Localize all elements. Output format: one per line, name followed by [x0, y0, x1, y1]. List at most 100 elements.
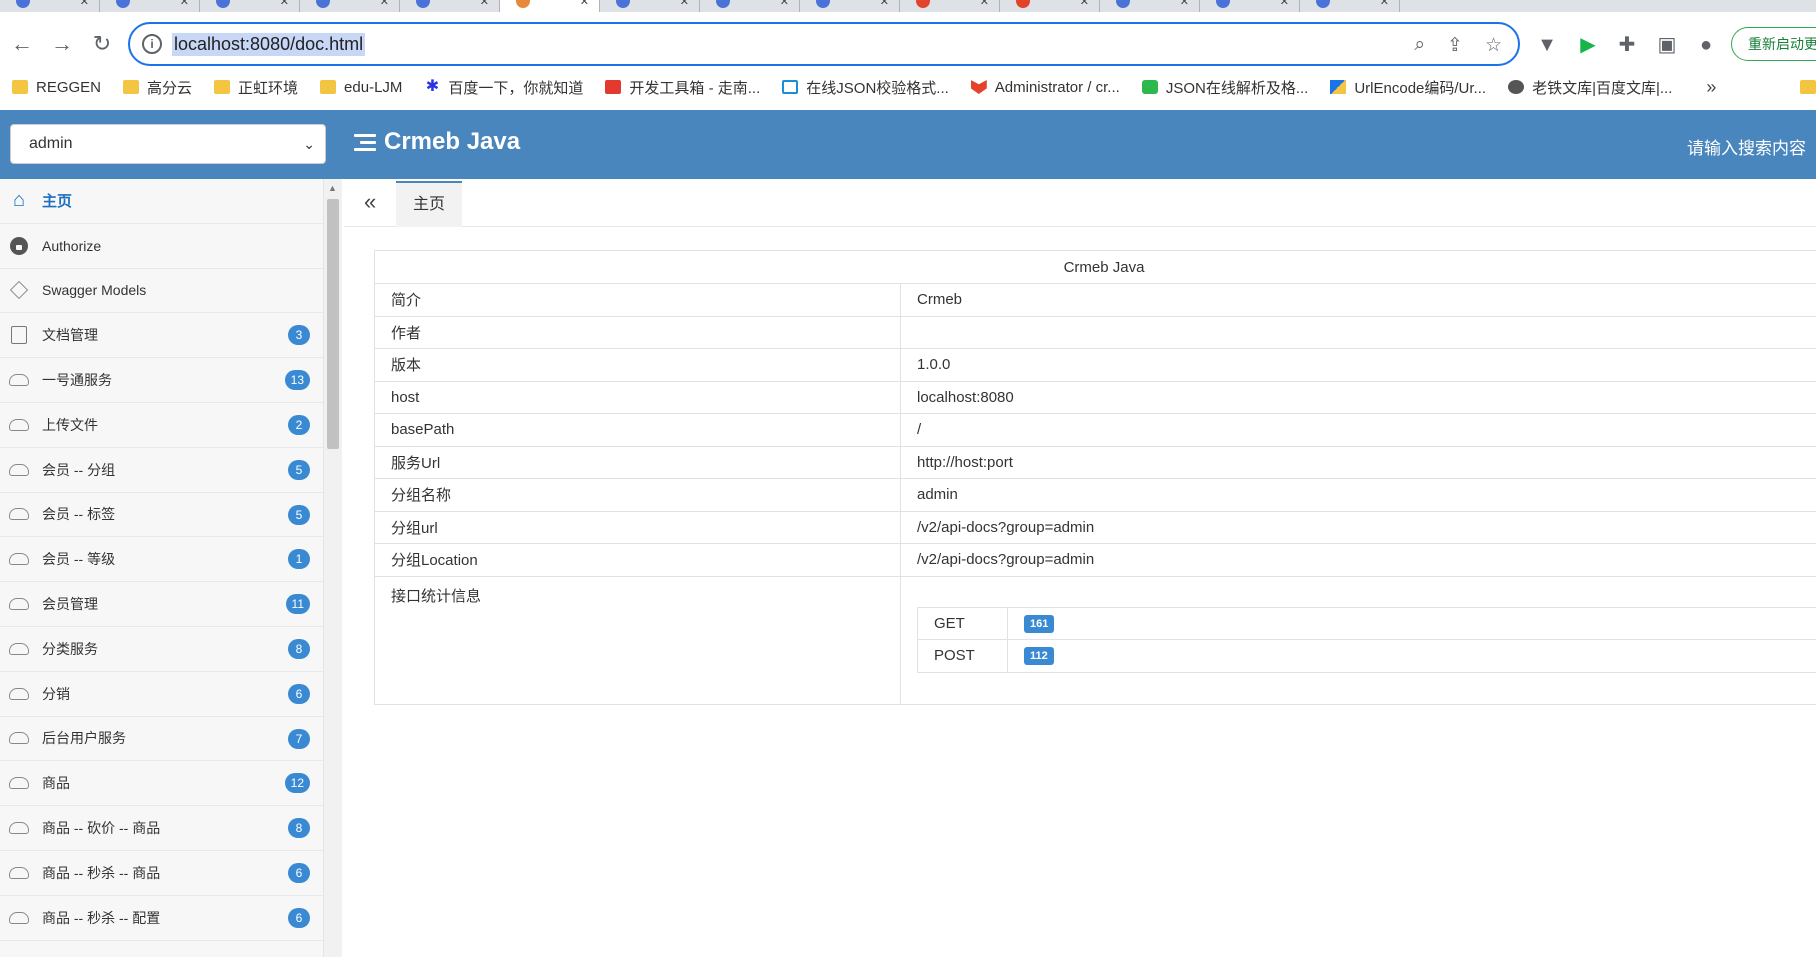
- sidebar-item-api-group[interactable]: 一号通服务 13: [0, 358, 323, 403]
- browser-tab-strip: ✕ ✕ ✕ ✕ ✕ ✕ ✕ ✕ ✕ ✕ ✕ ✕ ✕ ✕: [0, 0, 1816, 12]
- menu-toggle-icon[interactable]: [354, 133, 376, 151]
- close-icon[interactable]: ✕: [480, 0, 489, 8]
- browser-tab[interactable]: ✕: [0, 0, 100, 12]
- bookmark-item[interactable]: 开发工具箱 - 走南...: [593, 77, 770, 98]
- browser-tab[interactable]: ✕: [800, 0, 900, 12]
- sidebar-item-home[interactable]: ⌂ 主页: [0, 179, 323, 224]
- side-panel-icon[interactable]: ▣: [1654, 32, 1680, 58]
- scrollbar-thumb[interactable]: [327, 199, 339, 449]
- sidebar-item-api-group[interactable]: 会员 -- 等级 1: [0, 537, 323, 583]
- folder-icon: [12, 80, 28, 94]
- bookmark-item[interactable]: 在线JSON校验格式...: [770, 77, 959, 98]
- sidebar-item-api-group[interactable]: 会员 -- 分组 5: [0, 448, 323, 493]
- browser-tab[interactable]: ✕: [400, 0, 500, 12]
- cloud-icon: [8, 728, 30, 748]
- browser-tab[interactable]: ✕: [700, 0, 800, 12]
- browser-tab[interactable]: ✕: [1000, 0, 1100, 12]
- bookmark-item[interactable]: 高分云: [111, 77, 202, 98]
- sidebar-item-api-group[interactable]: 分销 6: [0, 672, 323, 717]
- sidebar-item-authorize[interactable]: Authorize: [0, 224, 323, 269]
- bookmark-item[interactable]: UrlEncode编码/Ur...: [1318, 77, 1496, 98]
- sidebar-item-api-group[interactable]: 商品 12: [0, 761, 323, 807]
- sidebar-item-label: Swagger Models: [42, 282, 147, 299]
- close-icon[interactable]: ✕: [680, 0, 689, 8]
- extensions-puzzle-icon[interactable]: ✚: [1614, 32, 1640, 58]
- baidu-paw-icon: ✱: [425, 78, 440, 95]
- count-badge: 6: [288, 683, 310, 704]
- close-icon[interactable]: ✕: [280, 0, 289, 8]
- reload-icon[interactable]: ↻: [88, 30, 116, 58]
- browser-tab[interactable]: ✕: [600, 0, 700, 12]
- close-icon[interactable]: ✕: [1080, 0, 1089, 8]
- close-icon[interactable]: ✕: [780, 0, 789, 8]
- browser-tab[interactable]: ✕: [300, 0, 400, 12]
- tab-home[interactable]: 主页: [396, 181, 462, 227]
- sidebar-item-label: Authorize: [42, 237, 102, 254]
- sidebar-item-label: 一号通服务: [42, 372, 112, 389]
- bookmark-item[interactable]: ✱ 百度一下，你就知道: [412, 77, 593, 98]
- bookmark-item[interactable]: JSON在线解析及格...: [1130, 77, 1319, 98]
- forward-arrow-icon[interactable]: →: [48, 30, 76, 58]
- sidebar-item-api-group[interactable]: 会员管理 11: [0, 582, 323, 627]
- bookmark-item[interactable]: REGGEN: [0, 79, 111, 96]
- tab-favicon-icon: [716, 0, 730, 8]
- extension-v-icon[interactable]: ▼: [1534, 32, 1560, 58]
- table-row: POST 112: [917, 639, 1816, 673]
- bookmark-item[interactable]: edu-LJM: [308, 79, 412, 96]
- sidebar-item-api-group[interactable]: 后台用户服务 7: [0, 717, 323, 762]
- close-icon[interactable]: ✕: [880, 0, 889, 8]
- sidebar-item-api-group[interactable]: 会员 -- 标签 5: [0, 493, 323, 538]
- back-arrow-icon[interactable]: ←: [8, 30, 36, 58]
- close-icon[interactable]: ✕: [1280, 0, 1289, 8]
- sidebar-item-api-group[interactable]: 商品 -- 秒杀 -- 商品 6: [0, 851, 323, 896]
- collapse-sidebar-icon[interactable]: «: [364, 191, 376, 213]
- sidebar-item-api-group[interactable]: 商品 -- 秒杀 -- 配置 6: [0, 896, 323, 941]
- tab-favicon-icon: [1316, 0, 1330, 8]
- close-icon[interactable]: ✕: [1180, 0, 1189, 8]
- sidebar-item-swagger-models[interactable]: Swagger Models: [0, 269, 323, 314]
- sidebar-item-api-group[interactable]: 上传文件 2: [0, 403, 323, 448]
- close-icon[interactable]: ✕: [1380, 0, 1389, 8]
- browser-tab[interactable]: ✕: [1300, 0, 1400, 12]
- bookmark-label: 正虹环境: [238, 79, 299, 97]
- browser-tab[interactable]: ✕: [100, 0, 200, 12]
- sidebar-item-api-group[interactable]: 商品 -- 砍价 -- 商品 8: [0, 806, 323, 851]
- browser-tab[interactable]: ✕: [900, 0, 1000, 12]
- browser-tab[interactable]: ✕: [1100, 0, 1200, 12]
- bookmark-item[interactable]: 正虹环境: [202, 77, 308, 98]
- share-icon[interactable]: ⇪: [1447, 34, 1463, 57]
- browser-tab[interactable]: ✕: [1200, 0, 1300, 12]
- bookmark-item[interactable]: 老铁文库|百度文库|...: [1496, 77, 1682, 98]
- group-select[interactable]: admin ⌄: [10, 124, 326, 164]
- search-input[interactable]: 请输入搜索内容: [1687, 134, 1806, 159]
- sidebar-item-label: 商品: [42, 775, 70, 792]
- sidebar-menu: ⌂ 主页 Authorize Swagger Models 文档管理 3 一号通…: [0, 179, 323, 941]
- close-icon[interactable]: ✕: [980, 0, 989, 8]
- close-icon[interactable]: ✕: [180, 0, 189, 8]
- browser-tab[interactable]: ✕: [200, 0, 300, 12]
- tab-favicon-icon: [16, 0, 30, 8]
- sidebar-item-label: 会员 -- 等级: [42, 551, 116, 568]
- address-url[interactable]: localhost:8080/doc.html: [172, 33, 366, 56]
- profile-avatar-icon[interactable]: ●: [1693, 32, 1719, 58]
- close-icon[interactable]: ✕: [580, 0, 589, 8]
- restart-update-button[interactable]: 重新启动更新: [1731, 27, 1816, 61]
- folder-icon[interactable]: [1800, 80, 1816, 94]
- extension-play-icon[interactable]: ▶: [1575, 32, 1601, 58]
- sidebar-scrollbar[interactable]: ▲: [324, 179, 342, 957]
- close-icon[interactable]: ✕: [80, 0, 89, 8]
- info-key: 简介: [374, 283, 901, 317]
- bookmark-item[interactable]: Administrator / cr...: [959, 79, 1130, 96]
- browser-tab-active[interactable]: ✕: [500, 0, 600, 12]
- zoom-icon[interactable]: ⌕: [1414, 34, 1425, 57]
- site-info-icon[interactable]: i: [142, 34, 162, 54]
- close-icon[interactable]: ✕: [380, 0, 389, 8]
- sidebar-item-doc-management[interactable]: 文档管理 3: [0, 313, 323, 359]
- sidebar-item-label: 会员 -- 标签: [42, 506, 116, 523]
- address-bar[interactable]: i localhost:8080/doc.html ⌕ ⇪ ☆: [128, 22, 1520, 66]
- bookmarks-more-button[interactable]: »: [1706, 77, 1716, 98]
- scroll-up-arrow-icon[interactable]: ▲: [328, 183, 337, 193]
- tab-favicon-icon: [116, 0, 130, 8]
- sidebar-item-api-group[interactable]: 分类服务 8: [0, 627, 323, 672]
- star-icon[interactable]: ☆: [1485, 34, 1502, 57]
